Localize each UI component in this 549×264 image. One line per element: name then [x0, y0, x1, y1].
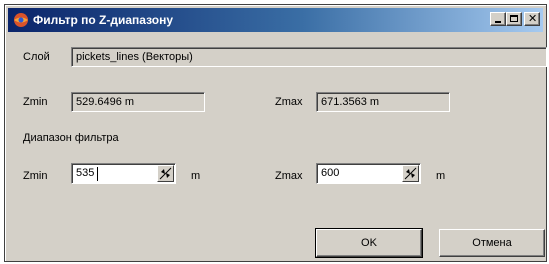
filter-zmin-spin-button[interactable]: [157, 165, 174, 182]
minimize-icon: [495, 21, 501, 23]
zmax-label: Zmax: [275, 96, 303, 108]
zmax-value: 671.3563 m: [321, 96, 380, 108]
text-caret: [97, 167, 98, 181]
window-title: Фильтр по Z-диапазону: [33, 13, 173, 27]
filter-zmax-spin-button[interactable]: [402, 165, 419, 182]
close-icon: ✕: [528, 13, 538, 25]
layer-value: pickets_lines (Векторы): [76, 51, 193, 63]
filter-zmax-input[interactable]: 600: [316, 163, 421, 184]
spin-arrows-icon: [404, 167, 417, 180]
ok-button[interactable]: OK: [315, 228, 423, 258]
filter-zmax-unit: m: [436, 170, 446, 182]
zmin-readonly-field: 529.6496 m: [71, 92, 205, 112]
maximize-button[interactable]: [506, 12, 522, 26]
filter-zmin-label: Zmin: [23, 170, 48, 182]
filter-section-label: Диапазон фильтра: [23, 132, 119, 144]
filter-zmin-input[interactable]: 535: [71, 163, 176, 184]
zmin-label: Zmin: [23, 96, 48, 108]
title-bar[interactable]: Фильтр по Z-диапазону ✕: [8, 8, 543, 32]
app-icon: [13, 12, 29, 28]
close-button[interactable]: ✕: [524, 12, 540, 26]
filter-dialog: Фильтр по Z-диапазону ✕ Слой pickets_lin…: [4, 4, 547, 262]
filter-zmin-unit: m: [191, 170, 201, 182]
filter-zmax-value: 600: [321, 167, 340, 179]
filter-zmin-value: 535: [76, 167, 95, 179]
minimize-button[interactable]: [490, 12, 506, 26]
zmax-readonly-field: 671.3563 m: [316, 92, 450, 112]
cancel-button[interactable]: Отмена: [439, 229, 545, 257]
maximize-icon: [510, 15, 518, 22]
spin-arrows-icon: [159, 167, 172, 180]
filter-zmax-label: Zmax: [275, 170, 303, 182]
layer-field: pickets_lines (Векторы): [71, 47, 547, 67]
layer-label: Слой: [23, 51, 50, 63]
zmin-value: 529.6496 m: [76, 96, 135, 108]
